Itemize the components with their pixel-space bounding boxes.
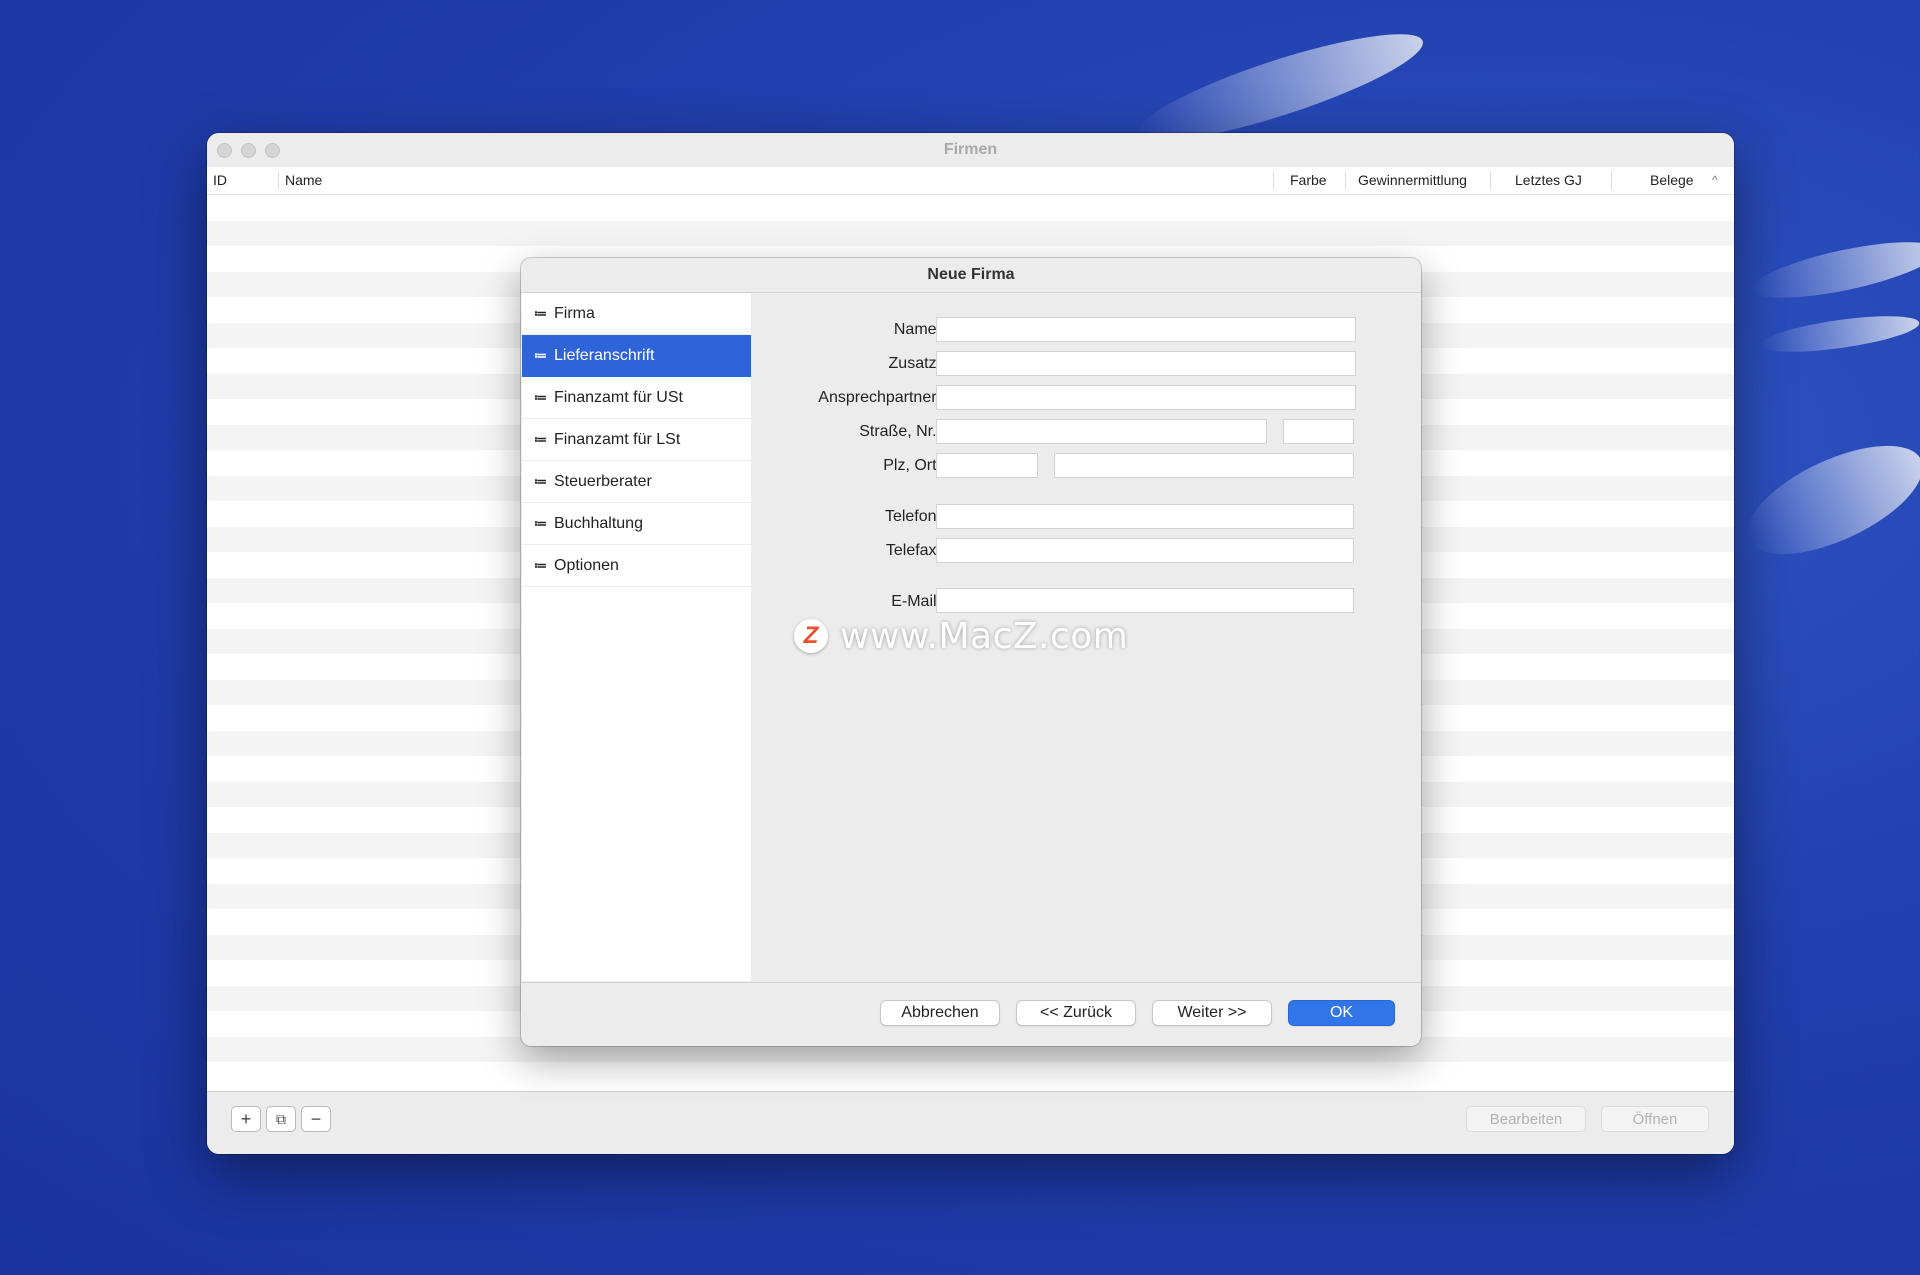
- ansprechpartner-field[interactable]: [936, 385, 1356, 410]
- edit-button[interactable]: Bearbeiten: [1466, 1106, 1586, 1132]
- ansprechpartner-label: Ansprechpartner:: [818, 389, 941, 406]
- sidebar-item-label: Steuerberater: [554, 473, 652, 490]
- name-label: Name:: [893, 321, 941, 338]
- column-header-letztes-gj[interactable]: Letztes GJ: [1515, 167, 1582, 194]
- list-icon: ≔: [534, 348, 547, 363]
- remove-company-button[interactable]: −: [301, 1106, 331, 1132]
- email-label: E-Mail:: [891, 593, 941, 610]
- city-field[interactable]: [1054, 453, 1354, 478]
- window-titlebar[interactable]: Firmen: [207, 133, 1734, 168]
- back-button[interactable]: << Zurück: [1016, 1000, 1136, 1026]
- sidebar-item-label: Firma: [554, 305, 595, 322]
- sidebar-item-label: Optionen: [554, 557, 619, 574]
- dialog-sidebar: ≔ Firma ≔ Lieferanschrift ≔ Finanzamt für U…: [522, 293, 751, 981]
- column-header-gewinnermittlung[interactable]: Gewinnermittlung: [1358, 167, 1467, 194]
- column-separator: [1611, 171, 1612, 190]
- window-title: Firmen: [943, 141, 998, 158]
- table-row[interactable]: [207, 220, 1734, 246]
- list-icon: ≔: [534, 306, 547, 321]
- add-company-button[interactable]: +: [231, 1106, 261, 1132]
- telefon-label: Telefon:: [884, 508, 941, 525]
- street-field[interactable]: [936, 419, 1267, 444]
- column-header-id[interactable]: ID: [213, 167, 227, 194]
- column-separator: [278, 171, 279, 190]
- list-icon: ≔: [534, 558, 547, 573]
- dialog-divider: [521, 982, 1421, 983]
- column-separator: [1345, 171, 1346, 190]
- sidebar-item-optionen[interactable]: ≔ Optionen: [522, 545, 751, 587]
- sidebar-item-label: Lieferanschrift: [554, 347, 655, 364]
- table-header: ID Name Farbe Gewinnermittlung Letztes G…: [207, 167, 1734, 195]
- list-icon: ≔: [534, 432, 547, 447]
- telefax-label: Telefax:: [885, 542, 941, 559]
- plz-ort-label: Plz, Ort:: [883, 457, 941, 474]
- sort-chevron-icon[interactable]: ^: [1712, 167, 1718, 194]
- house-number-field[interactable]: [1283, 419, 1354, 444]
- sidebar-item-label: Buchhaltung: [554, 515, 643, 532]
- sidebar-item-finanzamt-lst[interactable]: ≔ Finanzamt für LSt: [522, 419, 751, 461]
- sidebar-item-finanzamt-ust[interactable]: ≔ Finanzamt für USt: [522, 377, 751, 419]
- watermark-text: www.MacZ.com: [840, 616, 1129, 657]
- postal-code-field[interactable]: [936, 453, 1038, 478]
- sidebar-item-firma[interactable]: ≔ Firma: [522, 293, 751, 335]
- sidebar-item-label: Finanzamt für USt: [554, 389, 683, 406]
- strasse-label: Straße, Nr.:: [859, 423, 941, 440]
- cancel-button[interactable]: Abbrechen: [880, 1000, 1000, 1026]
- next-button[interactable]: Weiter >>: [1152, 1000, 1272, 1026]
- window-bottom-bar: + ⧉ − Bearbeiten Öffnen: [207, 1091, 1734, 1154]
- duplicate-company-button[interactable]: ⧉: [266, 1106, 296, 1132]
- phone-field[interactable]: [936, 504, 1354, 529]
- ok-button[interactable]: OK: [1288, 1000, 1395, 1026]
- table-row[interactable]: [207, 195, 1734, 221]
- fax-field[interactable]: [936, 538, 1354, 563]
- zusatz-field[interactable]: [936, 351, 1356, 376]
- name-field[interactable]: [936, 317, 1356, 342]
- sidebar-item-buchhaltung[interactable]: ≔ Buchhaltung: [522, 503, 751, 545]
- column-header-name[interactable]: Name: [285, 167, 322, 194]
- dialog-title: Neue Firma: [521, 258, 1421, 293]
- sidebar-item-steuerberater[interactable]: ≔ Steuerberater: [522, 461, 751, 503]
- list-icon: ≔: [534, 390, 547, 405]
- open-button[interactable]: Öffnen: [1601, 1106, 1709, 1132]
- column-separator: [1490, 171, 1491, 190]
- list-icon: ≔: [534, 516, 547, 531]
- sidebar-item-lieferanschrift[interactable]: ≔ Lieferanschrift: [522, 335, 751, 377]
- column-separator: [1273, 171, 1274, 190]
- zusatz-label: Zusatz:: [888, 355, 941, 372]
- macz-logo-icon: Z: [794, 619, 828, 653]
- list-icon: ≔: [534, 474, 547, 489]
- column-header-belege[interactable]: Belege: [1650, 167, 1694, 194]
- sidebar-item-label: Finanzamt für LSt: [554, 431, 681, 448]
- column-header-farbe[interactable]: Farbe: [1290, 167, 1327, 194]
- email-field[interactable]: [936, 588, 1354, 613]
